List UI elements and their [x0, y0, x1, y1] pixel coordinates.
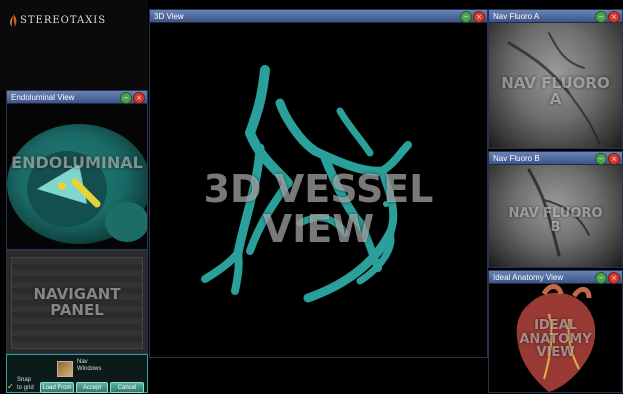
nav-fluoro-a-title: Nav Fluoro A	[493, 12, 540, 21]
load-from-button[interactable]: Load From	[40, 382, 74, 393]
nav-fluoro-a-titlebar[interactable]: Nav Fluoro A − ×	[489, 10, 622, 23]
minimize-icon[interactable]: −	[595, 272, 607, 284]
close-icon[interactable]: ×	[473, 11, 485, 23]
endoluminal-render	[7, 104, 147, 249]
accept-button[interactable]: Accept	[76, 382, 108, 393]
close-icon[interactable]: ×	[608, 11, 620, 23]
nav-windows-label-1: Nav	[77, 359, 88, 365]
endoluminal-titlebar[interactable]: Endoluminal View − ×	[7, 91, 147, 104]
nav-fluoro-b-titlebar[interactable]: Nav Fluoro B − ×	[489, 152, 622, 165]
3d-view-panel: 3D View − × 3D VESSEL VIEW	[149, 9, 488, 358]
cancel-button[interactable]: Cancel	[110, 382, 144, 393]
logo-text: STEREOTAXIS	[20, 15, 107, 26]
nav-fluoro-a-overlay: NAV FLUORO A	[501, 74, 610, 108]
logo-area: STEREOTAXIS	[0, 0, 148, 90]
minimize-icon[interactable]: −	[595, 11, 607, 23]
nav-fluoro-b-panel: Nav Fluoro B − × NAV FLUORO B	[488, 151, 623, 268]
minimize-icon[interactable]: −	[595, 153, 607, 165]
nav-windows-label-2: Windows	[77, 366, 102, 372]
ideal-anatomy-overlay: IDEAL ANATOMY VIEW	[519, 318, 592, 361]
navigant-panel: NAVIGANT PANEL	[6, 250, 148, 354]
nav-fluoro-b-overlay: NAV FLUORO B	[508, 206, 603, 235]
3d-view-titlebar[interactable]: 3D View − ×	[150, 10, 487, 23]
stereotaxis-logo-icon	[9, 14, 18, 27]
endoluminal-overlay: ENDOLUMINAL	[11, 153, 143, 172]
ideal-anatomy-title: Ideal Anatomy View	[493, 273, 564, 282]
nav-fluoro-a-panel: Nav Fluoro A − × NAV FLUORO A	[488, 9, 623, 149]
navigant-overlay: NAVIGANT PANEL	[33, 285, 121, 319]
close-icon[interactable]: ×	[133, 92, 145, 104]
close-icon[interactable]: ×	[608, 153, 620, 165]
3d-view-overlay: 3D VESSEL VIEW	[203, 167, 434, 251]
snap-checkbox[interactable]: ✓	[7, 382, 15, 391]
minimize-icon[interactable]: −	[460, 11, 472, 23]
snap-label-2: to grid	[17, 385, 34, 391]
nav-windows-icon[interactable]	[57, 361, 73, 377]
snap-label-1: Snap	[17, 377, 32, 383]
ideal-anatomy-titlebar[interactable]: Ideal Anatomy View − ×	[489, 271, 622, 284]
minimize-icon[interactable]: −	[120, 92, 132, 104]
endoluminal-view-panel: Endoluminal View − × ENDOLUMINAL	[6, 90, 148, 250]
ideal-anatomy-panel: Ideal Anatomy View − × IDEAL ANATOMY VIE…	[488, 270, 623, 393]
close-icon[interactable]: ×	[608, 272, 620, 284]
3d-view-title: 3D View	[154, 12, 184, 21]
endoluminal-title: Endoluminal View	[11, 93, 75, 102]
nav-fluoro-b-title: Nav Fluoro B	[493, 154, 540, 163]
